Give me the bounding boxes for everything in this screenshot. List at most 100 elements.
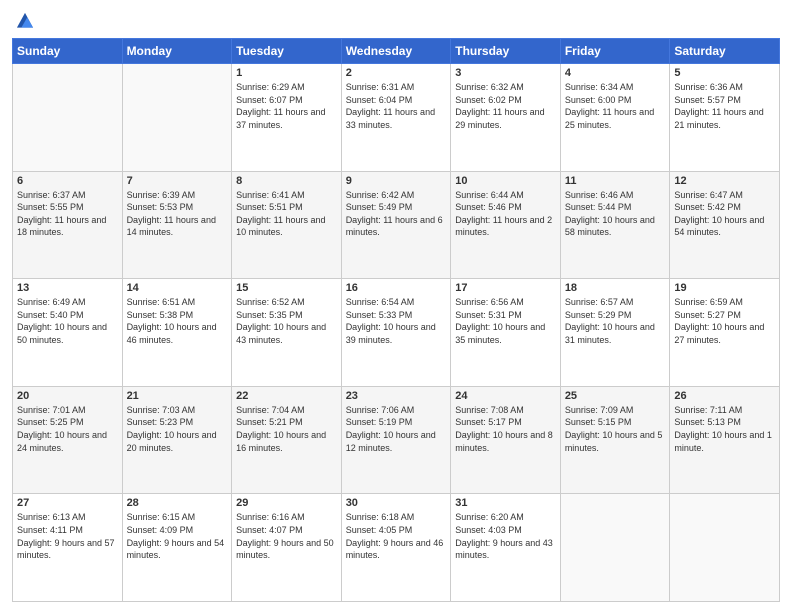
day-number: 19 — [674, 282, 775, 294]
day-info: Sunrise: 6:59 AM Sunset: 5:27 PM Dayligh… — [674, 296, 775, 346]
calendar-cell: 11Sunrise: 6:46 AM Sunset: 5:44 PM Dayli… — [560, 171, 670, 279]
day-info: Sunrise: 6:20 AM Sunset: 4:03 PM Dayligh… — [455, 511, 556, 561]
calendar-cell: 12Sunrise: 6:47 AM Sunset: 5:42 PM Dayli… — [670, 171, 780, 279]
day-number: 16 — [346, 282, 447, 294]
day-number: 7 — [127, 175, 228, 187]
day-info: Sunrise: 7:01 AM Sunset: 5:25 PM Dayligh… — [17, 404, 118, 454]
weekday-header-monday: Monday — [122, 39, 232, 64]
day-number: 3 — [455, 67, 556, 79]
day-number: 6 — [17, 175, 118, 187]
calendar-cell: 18 Sunrise: 6:57 AM Sunset: 5:29 PM Dayli… — [560, 279, 670, 387]
calendar-cell: 25 Sunrise: 7:09 AM Sunset: 5:15 PM Dayli… — [560, 386, 670, 494]
weekday-header-sunday: Sunday — [13, 39, 123, 64]
day-info: Sunrise: 6:57 AM Sunset: 5:29 PM Dayligh… — [565, 296, 666, 346]
calendar-cell: 8 Sunrise: 6:41 AM Sunset: 5:51 PM Daylig… — [232, 171, 342, 279]
calendar-cell: 30 Sunrise: 6:18 AM Sunset: 4:05 PM Dayli… — [341, 494, 451, 602]
day-info: Sunrise: 6:42 AM Sunset: 5:49 PM Dayligh… — [346, 189, 447, 239]
day-number: 31 — [455, 497, 556, 509]
day-info: Sunrise: 6:46 AM Sunset: 5:44 PM Dayligh… — [565, 189, 666, 239]
day-info: Sunrise: 7:11 AM Sunset: 5:13 PM Dayligh… — [674, 404, 775, 454]
day-number: 23 — [346, 390, 447, 402]
calendar-cell: 2 Sunrise: 6:31 AM Sunset: 6:04 PM Daylig… — [341, 64, 451, 172]
weekday-header-saturday: Saturday — [670, 39, 780, 64]
day-info: Sunrise: 6:31 AM Sunset: 6:04 PM Dayligh… — [346, 81, 447, 131]
day-number: 24 — [455, 390, 556, 402]
logo — [12, 10, 36, 32]
weekday-header-wednesday: Wednesday — [341, 39, 451, 64]
calendar-cell: 21 Sunrise: 7:03 AM Sunset: 5:23 PM Dayli… — [122, 386, 232, 494]
calendar-cell: 13 Sunrise: 6:49 AM Sunset: 5:40 PM Dayli… — [13, 279, 123, 387]
calendar-cell: 7 Sunrise: 6:39 AM Sunset: 5:53 PM Daylig… — [122, 171, 232, 279]
day-info: Sunrise: 6:15 AM Sunset: 4:09 PM Dayligh… — [127, 511, 228, 561]
calendar-cell: 28 Sunrise: 6:15 AM Sunset: 4:09 PM Dayli… — [122, 494, 232, 602]
day-number: 5 — [674, 67, 775, 79]
day-info: Sunrise: 6:32 AM Sunset: 6:02 PM Dayligh… — [455, 81, 556, 131]
logo-icon — [14, 10, 36, 32]
day-info: Sunrise: 6:47 AM Sunset: 5:42 PM Dayligh… — [674, 189, 775, 239]
day-number: 22 — [236, 390, 337, 402]
day-info: Sunrise: 7:06 AM Sunset: 5:19 PM Dayligh… — [346, 404, 447, 454]
day-info: Sunrise: 6:41 AM Sunset: 5:51 PM Dayligh… — [236, 189, 337, 239]
day-number: 13 — [17, 282, 118, 294]
day-number: 20 — [17, 390, 118, 402]
day-info: Sunrise: 6:56 AM Sunset: 5:31 PM Dayligh… — [455, 296, 556, 346]
day-info: Sunrise: 6:29 AM Sunset: 6:07 PM Dayligh… — [236, 81, 337, 131]
weekday-header-friday: Friday — [560, 39, 670, 64]
day-info: Sunrise: 6:39 AM Sunset: 5:53 PM Dayligh… — [127, 189, 228, 239]
day-number: 29 — [236, 497, 337, 509]
calendar-cell — [670, 494, 780, 602]
calendar-cell: 3 Sunrise: 6:32 AM Sunset: 6:02 PM Daylig… — [451, 64, 561, 172]
day-info: Sunrise: 6:49 AM Sunset: 5:40 PM Dayligh… — [17, 296, 118, 346]
day-number: 17 — [455, 282, 556, 294]
day-number: 14 — [127, 282, 228, 294]
weekday-header-tuesday: Tuesday — [232, 39, 342, 64]
calendar-cell: 5 Sunrise: 6:36 AM Sunset: 5:57 PM Daylig… — [670, 64, 780, 172]
calendar-cell: 27 Sunrise: 6:13 AM Sunset: 4:11 PM Dayli… — [13, 494, 123, 602]
calendar-cell: 14 Sunrise: 6:51 AM Sunset: 5:38 PM Dayli… — [122, 279, 232, 387]
calendar-cell: 4Sunrise: 6:34 AM Sunset: 6:00 PM Daylig… — [560, 64, 670, 172]
day-info: Sunrise: 6:18 AM Sunset: 4:05 PM Dayligh… — [346, 511, 447, 561]
header — [12, 10, 780, 32]
day-number: 1 — [236, 67, 337, 79]
day-info: Sunrise: 6:51 AM Sunset: 5:38 PM Dayligh… — [127, 296, 228, 346]
calendar-cell: 16 Sunrise: 6:54 AM Sunset: 5:33 PM Dayli… — [341, 279, 451, 387]
calendar-cell: 24 Sunrise: 7:08 AM Sunset: 5:17 PM Dayli… — [451, 386, 561, 494]
weekday-header-thursday: Thursday — [451, 39, 561, 64]
day-number: 9 — [346, 175, 447, 187]
day-info: Sunrise: 6:52 AM Sunset: 5:35 PM Dayligh… — [236, 296, 337, 346]
day-number: 28 — [127, 497, 228, 509]
day-info: Sunrise: 6:37 AM Sunset: 5:55 PM Dayligh… — [17, 189, 118, 239]
day-info: Sunrise: 7:09 AM Sunset: 5:15 PM Dayligh… — [565, 404, 666, 454]
calendar-cell: 10Sunrise: 6:44 AM Sunset: 5:46 PM Dayli… — [451, 171, 561, 279]
day-number: 4 — [565, 67, 666, 79]
calendar-cell: 26 Sunrise: 7:11 AM Sunset: 5:13 PM Dayli… — [670, 386, 780, 494]
calendar-cell: 6 Sunrise: 6:37 AM Sunset: 5:55 PM Daylig… — [13, 171, 123, 279]
calendar-cell: 9 Sunrise: 6:42 AM Sunset: 5:49 PM Daylig… — [341, 171, 451, 279]
calendar-cell: 19 Sunrise: 6:59 AM Sunset: 5:27 PM Dayli… — [670, 279, 780, 387]
calendar-cell: 22 Sunrise: 7:04 AM Sunset: 5:21 PM Dayli… — [232, 386, 342, 494]
day-number: 15 — [236, 282, 337, 294]
calendar-cell: 23 Sunrise: 7:06 AM Sunset: 5:19 PM Dayli… — [341, 386, 451, 494]
day-number: 21 — [127, 390, 228, 402]
day-number: 2 — [346, 67, 447, 79]
day-info: Sunrise: 7:08 AM Sunset: 5:17 PM Dayligh… — [455, 404, 556, 454]
day-number: 27 — [17, 497, 118, 509]
day-info: Sunrise: 6:16 AM Sunset: 4:07 PM Dayligh… — [236, 511, 337, 561]
calendar-cell: 17 Sunrise: 6:56 AM Sunset: 5:31 PM Dayli… — [451, 279, 561, 387]
calendar-table: SundayMondayTuesdayWednesdayThursdayFrid… — [12, 38, 780, 602]
calendar-cell — [560, 494, 670, 602]
day-number: 8 — [236, 175, 337, 187]
calendar-cell: 29 Sunrise: 6:16 AM Sunset: 4:07 PM Dayli… — [232, 494, 342, 602]
day-number: 26 — [674, 390, 775, 402]
day-info: Sunrise: 6:54 AM Sunset: 5:33 PM Dayligh… — [346, 296, 447, 346]
calendar-cell: 20 Sunrise: 7:01 AM Sunset: 5:25 PM Dayli… — [13, 386, 123, 494]
day-number: 25 — [565, 390, 666, 402]
calendar-cell — [13, 64, 123, 172]
day-info: Sunrise: 6:44 AM Sunset: 5:46 PM Dayligh… — [455, 189, 556, 239]
day-info: Sunrise: 7:04 AM Sunset: 5:21 PM Dayligh… — [236, 404, 337, 454]
day-number: 18 — [565, 282, 666, 294]
day-info: Sunrise: 7:03 AM Sunset: 5:23 PM Dayligh… — [127, 404, 228, 454]
day-info: Sunrise: 6:36 AM Sunset: 5:57 PM Dayligh… — [674, 81, 775, 131]
day-info: Sunrise: 6:13 AM Sunset: 4:11 PM Dayligh… — [17, 511, 118, 561]
day-number: 30 — [346, 497, 447, 509]
